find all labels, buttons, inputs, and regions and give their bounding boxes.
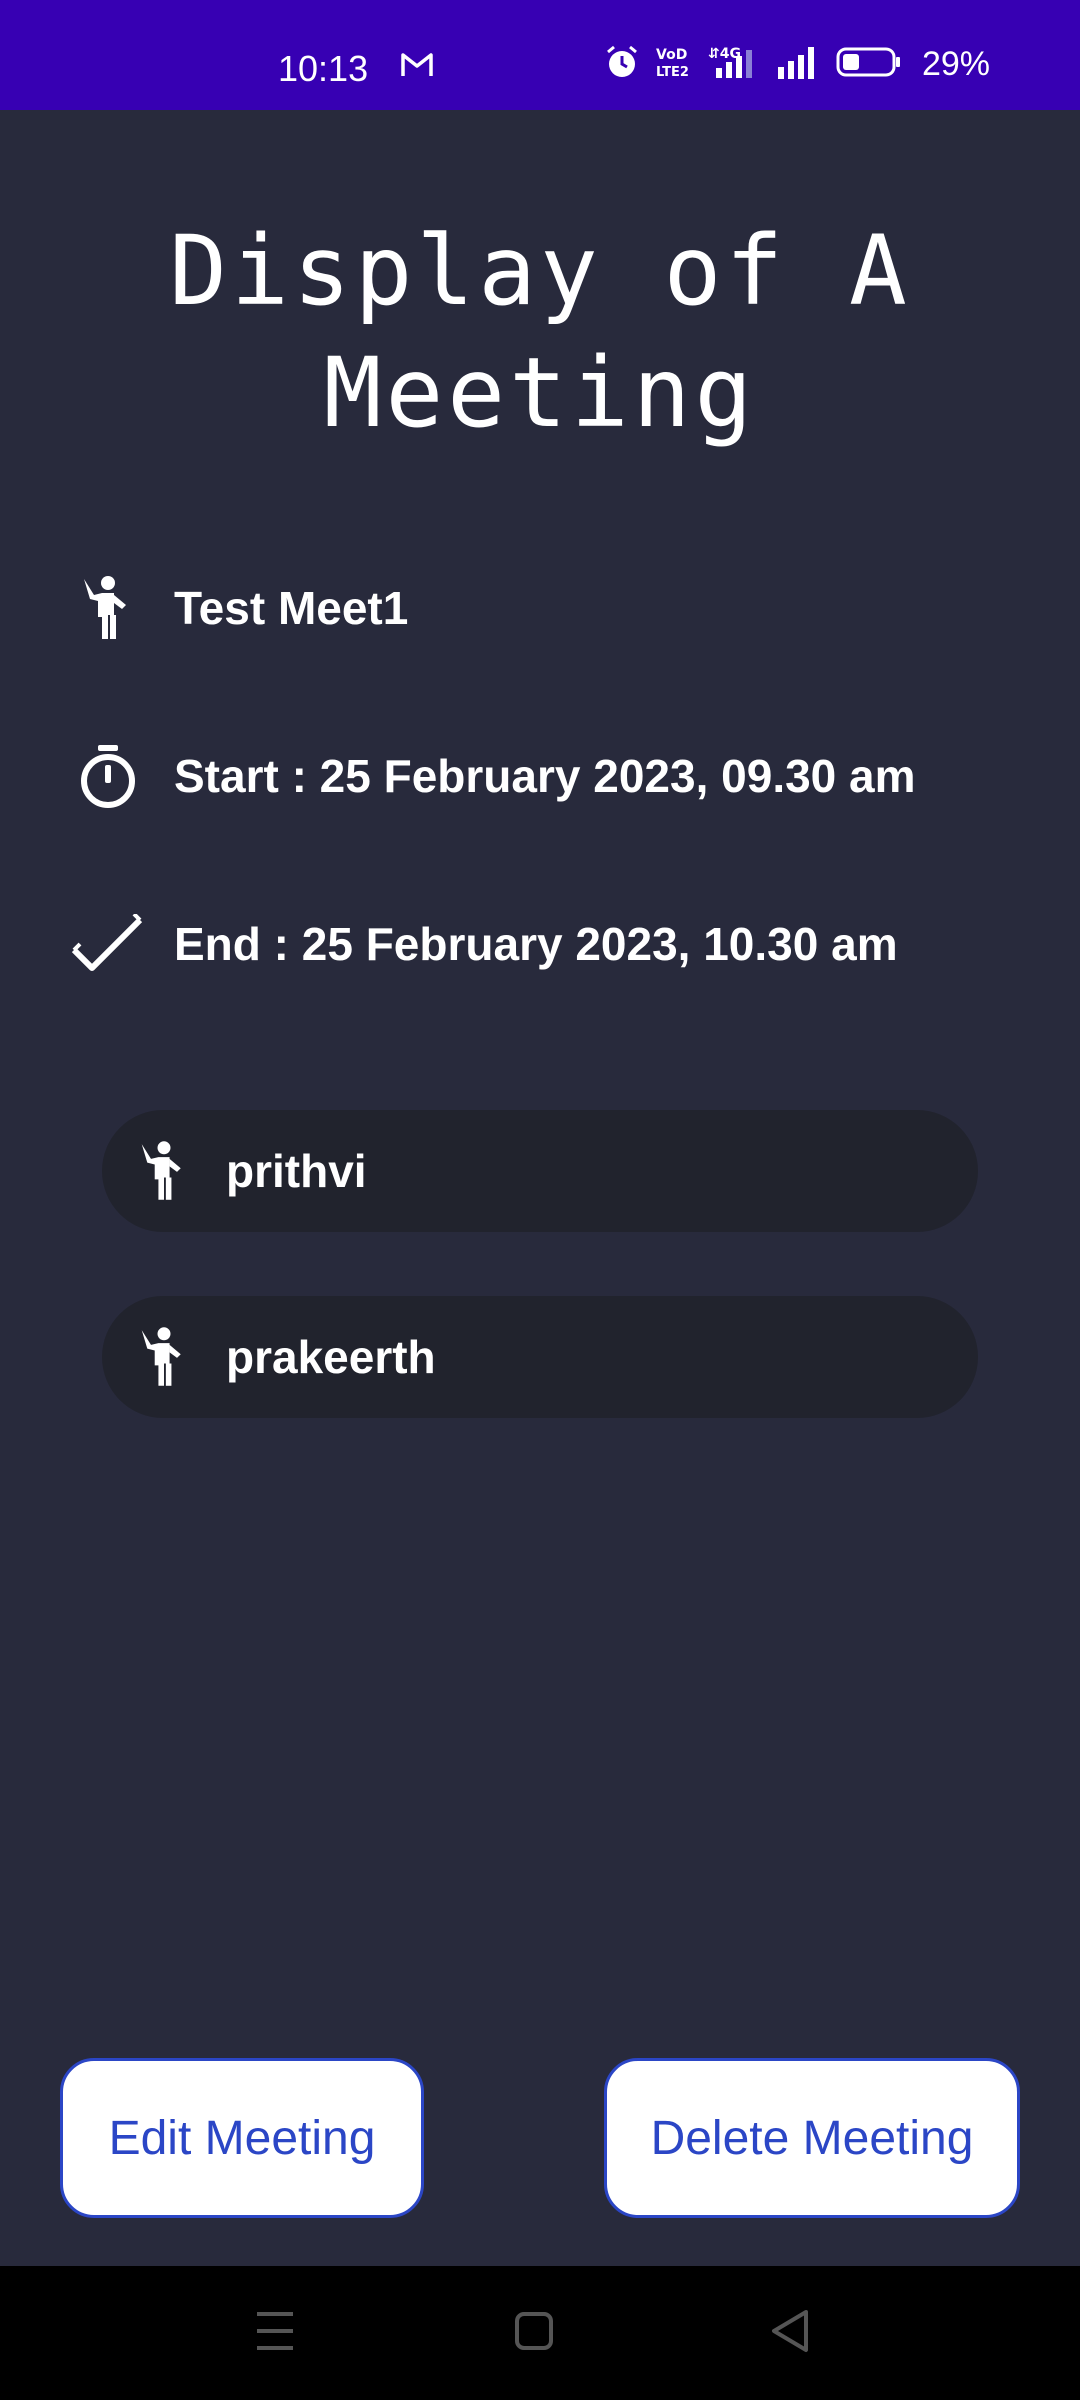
battery-icon (836, 46, 902, 83)
double-check-icon (70, 906, 146, 982)
person-icon (70, 570, 146, 646)
status-icons: VoD LTE2 ⇵4G 29% (604, 44, 990, 85)
battery-percent: 29% (921, 45, 990, 83)
navigation-bar (0, 2266, 1080, 2400)
meeting-end-row: End : 25 February 2023, 10.30 am (70, 906, 898, 982)
svg-text:VoD: VoD (656, 47, 687, 63)
page-title: Display of A Meeting (0, 210, 1080, 454)
meeting-name: Test Meet1 (174, 582, 409, 634)
home-icon[interactable] (514, 2306, 554, 2361)
4g-signal-icon: ⇵4G (704, 44, 762, 85)
meeting-name-row: Test Meet1 (70, 570, 408, 646)
page-title-line2: Meeting (323, 337, 757, 449)
signal-icon (776, 45, 822, 84)
status-time: 10:13 (278, 48, 369, 89)
status-bar: 10:13 VoD LTE2 ⇵4G 29% (0, 0, 1080, 110)
participant-name: prithvi (226, 1145, 367, 1197)
meeting-start-row: Start : 25 February 2023, 09.30 am (70, 738, 916, 814)
person-icon (132, 1139, 196, 1203)
participant-name: prakeerth (226, 1331, 436, 1383)
timer-icon (70, 738, 146, 814)
meeting-start: Start : 25 February 2023, 09.30 am (174, 750, 916, 802)
participant-chip[interactable]: prakeerth (102, 1296, 978, 1418)
person-icon (132, 1325, 196, 1389)
delete-meeting-button[interactable]: Delete Meeting (604, 2058, 1020, 2218)
back-icon[interactable] (770, 2306, 810, 2361)
meeting-end: End : 25 February 2023, 10.30 am (174, 918, 898, 970)
menu-icon[interactable] (255, 2306, 295, 2361)
svg-text:LTE2: LTE2 (656, 65, 689, 79)
edit-meeting-button[interactable]: Edit Meeting (60, 2058, 424, 2218)
alarm-icon (604, 44, 640, 85)
page-title-line1: Display of A (169, 215, 911, 327)
gmail-icon (400, 50, 434, 85)
participant-chip[interactable]: prithvi (102, 1110, 978, 1232)
volte-icon: VoD LTE2 (654, 45, 690, 84)
